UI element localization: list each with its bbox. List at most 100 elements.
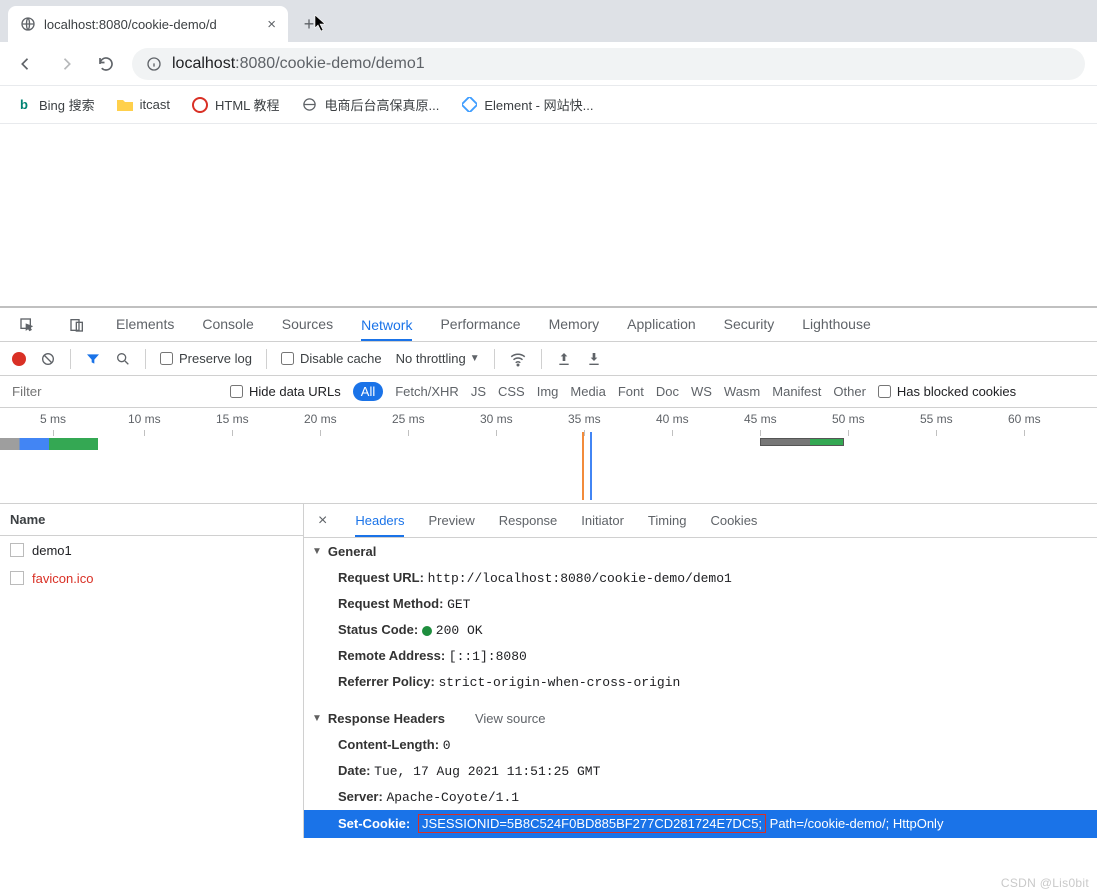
tab-application[interactable]: Application [627,316,696,334]
address-bar[interactable]: localhost:8080/cookie-demo/demo1 [132,48,1085,80]
bookmark-bing[interactable]: bBing 搜索 [16,95,95,114]
inspect-icon[interactable] [16,317,38,333]
kv-request-url: Request URL: http://localhost:8080/cooki… [304,565,1097,591]
wifi-icon[interactable] [509,350,527,368]
timeline-marker [590,432,592,500]
tab-network[interactable]: Network [361,317,412,341]
timeline-tick: 60 ms [1008,412,1041,426]
hide-data-urls-checkbox[interactable]: Hide data URLs [230,384,341,399]
disable-cache-checkbox[interactable]: Disable cache [281,351,382,366]
bookmark-itcast[interactable]: itcast [117,97,170,113]
browser-tab-strip: localhost:8080/cookie-demo/d × + [0,0,1097,42]
kv-referrer: Referrer Policy: strict-origin-when-cros… [304,669,1097,695]
filter-ws[interactable]: WS [691,384,712,399]
tab-performance[interactable]: Performance [440,316,520,334]
tab-sources[interactable]: Sources [282,316,333,334]
request-list: Name demo1 favicon.ico [0,504,304,838]
filter-media[interactable]: Media [570,384,605,399]
dtab-headers[interactable]: Headers [355,513,404,537]
section-response-headers[interactable]: ▼Response HeadersView source [304,705,1097,732]
watermark: CSDN @Lis0bit [1001,876,1089,890]
bing-icon: b [16,97,32,113]
back-button[interactable] [12,50,40,78]
bookmark-ecom[interactable]: 电商后台高保真原... [302,95,440,114]
clear-icon[interactable] [40,351,56,367]
filter-fetch[interactable]: Fetch/XHR [395,384,459,399]
element-icon [461,97,477,113]
timeline-tick: 30 ms [480,412,513,426]
tab-console[interactable]: Console [202,316,253,334]
file-icon [10,543,24,557]
tab-memory[interactable]: Memory [549,316,600,334]
filter-img[interactable]: Img [537,384,559,399]
filter-other[interactable]: Other [833,384,866,399]
bookmark-element[interactable]: Element - 网站快... [461,95,593,114]
request-row[interactable]: favicon.ico [0,564,303,592]
filter-input[interactable] [8,381,218,403]
page-content [0,124,1097,306]
globe-icon [302,97,318,113]
filter-manifest[interactable]: Manifest [772,384,821,399]
filter-doc[interactable]: Doc [656,384,679,399]
separator [70,349,71,369]
separator [266,349,267,369]
dtab-response[interactable]: Response [499,513,558,528]
timeline-bar [760,438,844,446]
triangle-down-icon: ▼ [312,546,322,557]
dtab-preview[interactable]: Preview [428,513,474,528]
bookmark-html[interactable]: HTML 教程 [192,95,280,114]
timeline-tick: 5 ms [40,412,66,426]
tab-security[interactable]: Security [724,316,775,334]
filter-wasm[interactable]: Wasm [724,384,760,399]
globe-icon [20,16,36,32]
close-icon[interactable]: × [267,16,276,33]
url-text: localhost:8080/cookie-demo/demo1 [172,55,425,73]
throttling-select[interactable]: No throttling▼ [396,351,480,366]
devtools-tabs: Elements Console Sources Network Perform… [0,308,1097,342]
column-header-name[interactable]: Name [0,504,303,536]
highlighted-cookie: JSESSIONID=5B8C524F0BD885BF277CD281724E7… [418,814,766,833]
close-icon[interactable]: × [318,512,327,530]
filter-css[interactable]: CSS [498,384,525,399]
request-detail: × Headers Preview Response Initiator Tim… [304,504,1097,838]
devtools-panel: Elements Console Sources Network Perform… [0,306,1097,838]
filter-icon[interactable] [85,351,101,367]
status-dot-icon [422,626,432,636]
filter-js[interactable]: JS [471,384,486,399]
network-timeline[interactable]: 5 ms10 ms15 ms20 ms25 ms30 ms35 ms40 ms4… [0,408,1097,504]
request-row[interactable]: demo1 [0,536,303,564]
record-button[interactable] [12,352,26,366]
tab-elements[interactable]: Elements [116,316,174,334]
timeline-tick: 35 ms [568,412,601,426]
tab-title: localhost:8080/cookie-demo/d [44,17,259,32]
kv-set-cookie: Set-Cookie: JSESSIONID=5B8C524F0BD885BF2… [304,810,1097,838]
bookmarks-bar: bBing 搜索 itcast HTML 教程 电商后台高保真原... Elem… [0,86,1097,124]
detail-tabs: × Headers Preview Response Initiator Tim… [304,504,1097,538]
network-filter-bar: Hide data URLs All Fetch/XHR JS CSS Img … [0,376,1097,408]
timeline-tick: 10 ms [128,412,161,426]
preserve-log-checkbox[interactable]: Preserve log [160,351,252,366]
dtab-initiator[interactable]: Initiator [581,513,624,528]
kv-remote: Remote Address: [::1]:8080 [304,643,1097,669]
reload-button[interactable] [92,50,120,78]
filter-all[interactable]: All [353,382,383,401]
kv-request-method: Request Method: GET [304,591,1097,617]
network-toolbar: Preserve log Disable cache No throttling… [0,342,1097,376]
dtab-cookies[interactable]: Cookies [710,513,757,528]
download-icon[interactable] [586,351,602,367]
forward-button[interactable] [52,50,80,78]
dtab-timing[interactable]: Timing [648,513,687,528]
timeline-tick: 15 ms [216,412,249,426]
browser-tab[interactable]: localhost:8080/cookie-demo/d × [8,6,288,42]
folder-icon [117,97,133,113]
search-icon[interactable] [115,351,131,367]
upload-icon[interactable] [556,351,572,367]
view-source-link[interactable]: View source [475,711,546,726]
filter-font[interactable]: Font [618,384,644,399]
timeline-tick: 20 ms [304,412,337,426]
section-general[interactable]: ▼General [304,538,1097,565]
timeline-tick: 55 ms [920,412,953,426]
blocked-cookies-checkbox[interactable]: Has blocked cookies [878,384,1016,399]
device-toggle-icon[interactable] [66,317,88,333]
tab-lighthouse[interactable]: Lighthouse [802,316,871,334]
